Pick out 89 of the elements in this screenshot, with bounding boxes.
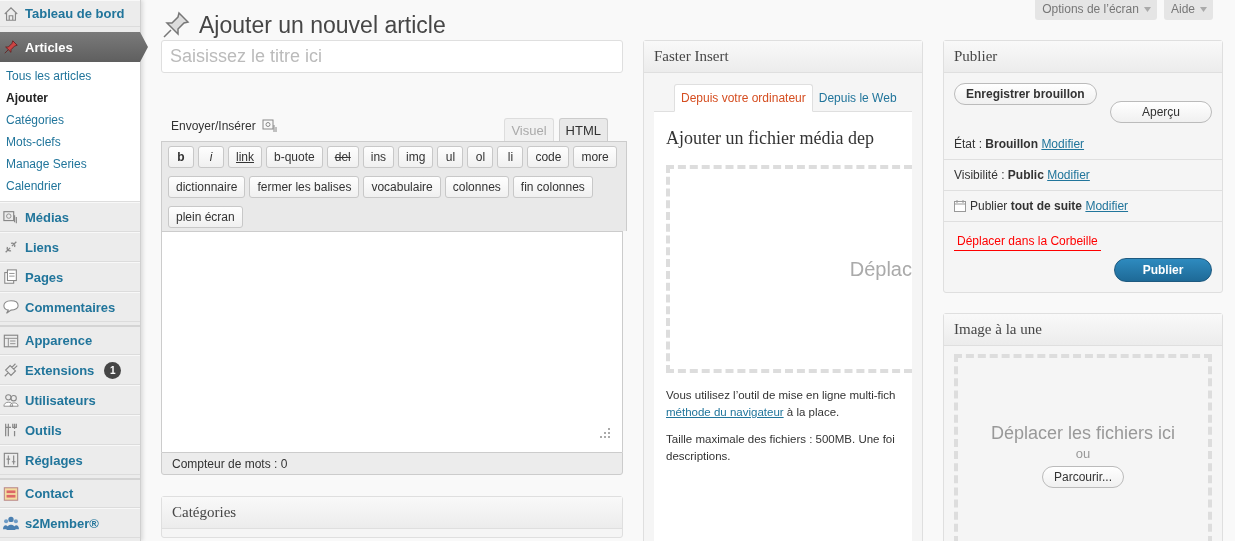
box-title: Publier bbox=[944, 41, 1222, 73]
sidebar-menu-item[interactable]: Tableau de bord bbox=[0, 0, 140, 27]
submenu-item[interactable]: Manage Series bbox=[0, 153, 140, 175]
sidebar-menu-item[interactable]: Articles bbox=[0, 32, 148, 62]
toolbar-button[interactable]: more bbox=[573, 146, 617, 168]
media-icon[interactable] bbox=[261, 119, 277, 133]
menu-icon bbox=[3, 332, 19, 349]
upload-tab[interactable]: Depuis le Web bbox=[812, 84, 903, 111]
sidebar-menu-item[interactable]: Pages bbox=[0, 262, 140, 292]
page-title: Ajouter un nouvel article bbox=[199, 11, 446, 39]
toolbar-button[interactable]: ins bbox=[362, 146, 395, 168]
or-text: ou bbox=[1075, 446, 1091, 461]
menu-icon bbox=[3, 362, 19, 378]
uploader-notice: Vous utilisez l’outil de mise en ligne multi-fich méthode du navigateur à la place. bbox=[666, 388, 897, 420]
menu-icon bbox=[3, 269, 19, 285]
sidebar-menu-item[interactable]: Extensions 1 bbox=[0, 355, 140, 385]
menu-icon bbox=[3, 515, 19, 531]
menu-icon bbox=[3, 239, 19, 255]
browse-button[interactable]: Parcourir... bbox=[1042, 466, 1124, 488]
box-title: Catégories bbox=[162, 497, 622, 529]
menu-icon bbox=[3, 422, 19, 438]
submenu-item[interactable]: Tous les articles bbox=[0, 65, 140, 87]
toolbar-button[interactable]: vocabulaire bbox=[363, 176, 441, 198]
sidebar-menu-item[interactable]: Apparence bbox=[0, 325, 140, 355]
publish-setting-text: État : Brouillon Modifier bbox=[954, 137, 1085, 151]
toolbar-button[interactable]: fermer les balises bbox=[249, 176, 360, 198]
toolbar-button[interactable]: colonnes bbox=[444, 176, 509, 198]
upload-label: Envoyer/Insérer bbox=[171, 119, 256, 133]
word-count: Compteur de mots : 0 bbox=[161, 452, 623, 475]
toolbar-button[interactable]: code bbox=[527, 146, 570, 168]
menu-icon bbox=[3, 485, 19, 502]
drop-zone-text: Déplacer les fichiers ici bbox=[990, 423, 1176, 444]
submenu-item[interactable]: Calendrier bbox=[0, 175, 140, 197]
drop-zone-text: Déplac bbox=[849, 257, 912, 281]
sidebar-menu-item[interactable]: Réglages bbox=[0, 445, 140, 475]
box-title: Faster Insert bbox=[644, 41, 922, 73]
toolbar-button[interactable]: plein écran bbox=[168, 206, 243, 228]
sidebar-menu-item[interactable]: Outils bbox=[0, 415, 140, 445]
sidebar-menu-item[interactable]: Contact bbox=[0, 478, 140, 508]
modify-link[interactable]: Modifier bbox=[1085, 199, 1129, 213]
caret-icon bbox=[1200, 6, 1207, 12]
publish-setting-text: Visibilité : Public Modifier bbox=[954, 168, 1090, 182]
toolbar-button[interactable]: i bbox=[198, 146, 224, 168]
menu-icon bbox=[3, 209, 19, 225]
submenu-item[interactable]: Catégories bbox=[0, 109, 140, 131]
toolbar-button[interactable]: ul bbox=[437, 146, 464, 168]
browser-method-link[interactable]: méthode du navigateur bbox=[666, 406, 784, 418]
trash-link[interactable]: Déplacer dans la Corbeille bbox=[954, 234, 1101, 251]
sidebar-menu-item[interactable]: Liens bbox=[0, 232, 140, 262]
toolbar-button[interactable]: ol bbox=[467, 146, 494, 168]
toolbar-button[interactable]: del bbox=[326, 146, 359, 168]
box-title: Image à la une bbox=[944, 314, 1222, 346]
count-badge: 1 bbox=[104, 361, 122, 379]
toolbar-button[interactable]: dictionnaire bbox=[168, 176, 246, 198]
submenu-item[interactable]: Ajouter bbox=[0, 87, 140, 109]
menu-icon bbox=[3, 39, 19, 55]
toolbar-button[interactable]: b bbox=[168, 146, 194, 168]
file-size-notice: Taille maximale des fichiers : 500MB. Une foi descriptions. bbox=[666, 432, 896, 464]
drop-zone[interactable]: Déplacer les fichiers ici ou Parcourir... bbox=[954, 354, 1212, 541]
sidebar-menu-item[interactable]: Commentaires bbox=[0, 292, 140, 322]
modify-link[interactable]: Modifier bbox=[1041, 137, 1085, 151]
upload-tab[interactable]: Depuis votre ordinateur bbox=[674, 84, 813, 112]
menu-icon bbox=[3, 299, 19, 315]
toolbar-button[interactable]: img bbox=[398, 146, 434, 168]
menu-icon bbox=[3, 452, 19, 468]
toolbar-button[interactable]: li bbox=[497, 146, 524, 168]
calendar-icon bbox=[954, 200, 966, 212]
resize-grip-icon[interactable] bbox=[600, 428, 610, 438]
modify-link[interactable]: Modifier bbox=[1047, 168, 1090, 182]
title-input-field[interactable]: Saisissez le titre ici bbox=[161, 40, 623, 73]
save-draft-button[interactable]: Enregistrer brouillon bbox=[954, 83, 1097, 105]
sidebar-menu-item[interactable]: s2Member® bbox=[0, 508, 140, 538]
publish-setting-text: Publier tout de suite Modifier bbox=[970, 199, 1129, 213]
caret-icon bbox=[1143, 6, 1151, 12]
menu-icon bbox=[3, 5, 19, 22]
sidebar-menu-item[interactable]: Utilisateurs bbox=[0, 385, 140, 415]
submenu-item[interactable]: Mots-clefs bbox=[0, 131, 140, 153]
upload-heading: Ajouter un fichier média dep bbox=[666, 128, 875, 149]
screen-tab-button[interactable]: Options de l’écran bbox=[1035, 0, 1157, 20]
toolbar-button[interactable]: fin colonnes bbox=[512, 176, 593, 198]
toolbar-button[interactable]: b-quote bbox=[266, 146, 323, 168]
editor-tab[interactable]: HTML bbox=[558, 118, 608, 141]
preview-button[interactable]: Aperçu bbox=[1110, 101, 1212, 123]
sidebar-menu-item[interactable]: Médias bbox=[0, 202, 140, 232]
toolbar-button[interactable]: link bbox=[228, 146, 262, 168]
screen-tab-button[interactable]: Aide bbox=[1163, 0, 1213, 20]
menu-icon bbox=[3, 392, 19, 408]
publish-button[interactable]: Publier bbox=[1114, 258, 1212, 282]
pin-icon bbox=[161, 10, 191, 40]
